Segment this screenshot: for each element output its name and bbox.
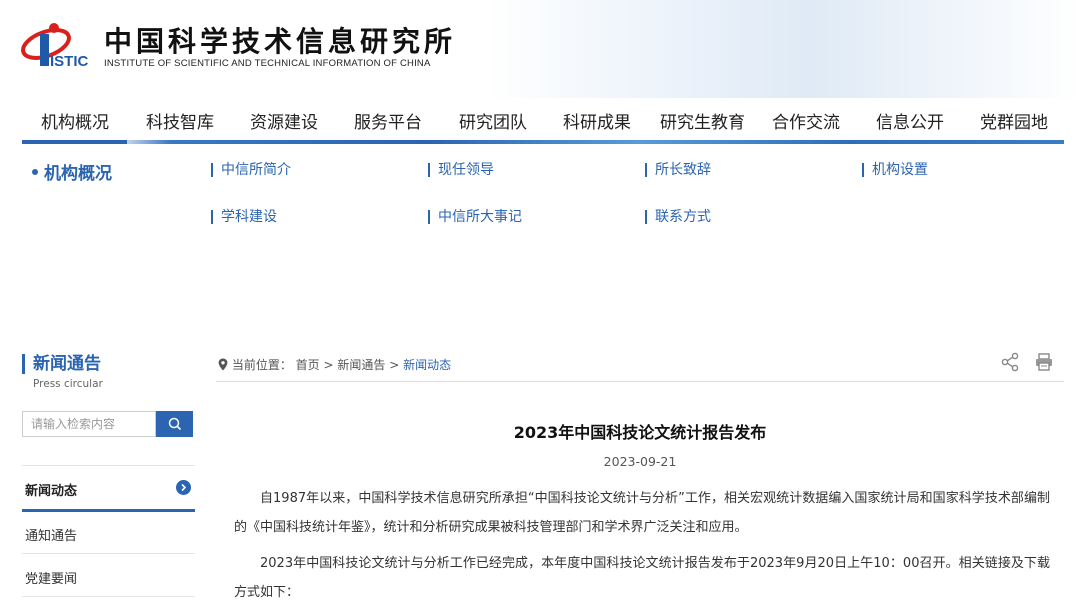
nav-item-party[interactable]: 党群园地 — [980, 108, 1048, 133]
nav-item-research-results[interactable]: 科研成果 — [563, 108, 631, 133]
sidebar-header: 新闻通告 — [22, 354, 101, 374]
breadcrumb-news-notices[interactable]: 新闻通告 — [337, 358, 385, 372]
sidebar-divider — [22, 596, 195, 597]
submenu-link-intro[interactable]: 中信所简介 — [211, 163, 291, 177]
submenu-link-contact[interactable]: 联系方式 — [645, 210, 711, 224]
article-date: 2023-09-21 — [603, 454, 677, 469]
print-icon[interactable] — [1034, 352, 1054, 372]
nav-item-cooperation[interactable]: 合作交流 — [772, 108, 840, 133]
sidebar-title: 新闻通告 — [33, 354, 101, 374]
sidebar-active-underline — [22, 509, 195, 512]
sidebar-item-party-news[interactable]: 党建要闻 — [22, 568, 195, 587]
sidebar-item-news[interactable]: 新闻动态 — [22, 480, 195, 499]
sidebar-item-notices[interactable]: 通知通告 — [22, 525, 195, 544]
submenu-link-disciplines[interactable]: 学科建设 — [211, 210, 277, 224]
search-icon — [168, 417, 181, 431]
submenu-link-director-address[interactable]: 所长致辞 — [645, 163, 711, 177]
nav-item-resources[interactable]: 资源建设 — [250, 108, 318, 133]
main-nav: 机构概况 科技智库 资源建设 服务平台 研究团队 科研成果 研究生教育 合作交流… — [0, 98, 1080, 144]
article-paragraph: 自1987年以来，中国科学技术信息研究所承担“中国科技论文统计与分析”工作，相关… — [234, 491, 1050, 535]
breadcrumb-current[interactable]: 新闻动态 — [403, 358, 451, 372]
site-name-cn: 中国科学技术信息研究所 — [104, 25, 457, 58]
bullet-icon — [32, 169, 38, 175]
breadcrumb: 当前位置： 首页 > 新闻通告 > 新闻动态 — [218, 356, 451, 373]
nav-underline — [0, 140, 1064, 144]
sidebar-subtitle: Press circular — [33, 378, 103, 390]
article-paragraph: 2023年中国科技论文统计与分析工作已经完成，本年度中国科技论文统计报告发布于2… — [234, 556, 1050, 600]
location-icon — [218, 358, 228, 371]
nav-item-services[interactable]: 服务平台 — [354, 108, 422, 133]
nav-item-think-tank[interactable]: 科技智库 — [146, 108, 214, 133]
submenu-link-chronicle[interactable]: 中信所大事记 — [428, 210, 522, 224]
nav-active-indicator — [22, 140, 127, 144]
breadcrumb-label: 当前位置： — [231, 358, 292, 372]
site-header: ISTIC 中国科学技术信息研究所 INSTITUTE OF SCIENTIFI… — [0, 0, 1080, 98]
breadcrumb-home[interactable]: 首页 — [296, 358, 320, 372]
article-title: 2023年中国科技论文统计报告发布 — [513, 423, 767, 442]
breadcrumb-divider — [216, 381, 1064, 382]
share-icon[interactable] — [1000, 352, 1020, 372]
search-input[interactable] — [22, 411, 156, 437]
nav-item-about[interactable]: 机构概况 — [41, 108, 109, 133]
nav-item-research-teams[interactable]: 研究团队 — [459, 108, 527, 133]
breadcrumb-separator: > — [389, 358, 400, 372]
istic-logo[interactable]: ISTIC — [20, 20, 98, 72]
logo-mark-text: ISTIC — [50, 53, 89, 70]
submenu-title-text: 机构概况 — [44, 164, 112, 184]
submenu-title: 机构概况 — [32, 159, 112, 184]
nav-item-graduate-education[interactable]: 研究生教育 — [660, 108, 745, 133]
chevron-right-icon — [176, 480, 191, 495]
nav-item-info-disclosure[interactable]: 信息公开 — [876, 108, 944, 133]
sidebar-divider — [22, 465, 195, 466]
search-button[interactable] — [156, 411, 193, 437]
sidebar-divider — [22, 553, 195, 554]
submenu-link-organization[interactable]: 机构设置 — [862, 163, 928, 177]
breadcrumb-separator: > — [323, 358, 334, 372]
site-name-en: INSTITUTE OF SCIENTIFIC AND TECHNICAL IN… — [104, 58, 431, 69]
submenu-link-leadership[interactable]: 现任领导 — [428, 163, 494, 177]
